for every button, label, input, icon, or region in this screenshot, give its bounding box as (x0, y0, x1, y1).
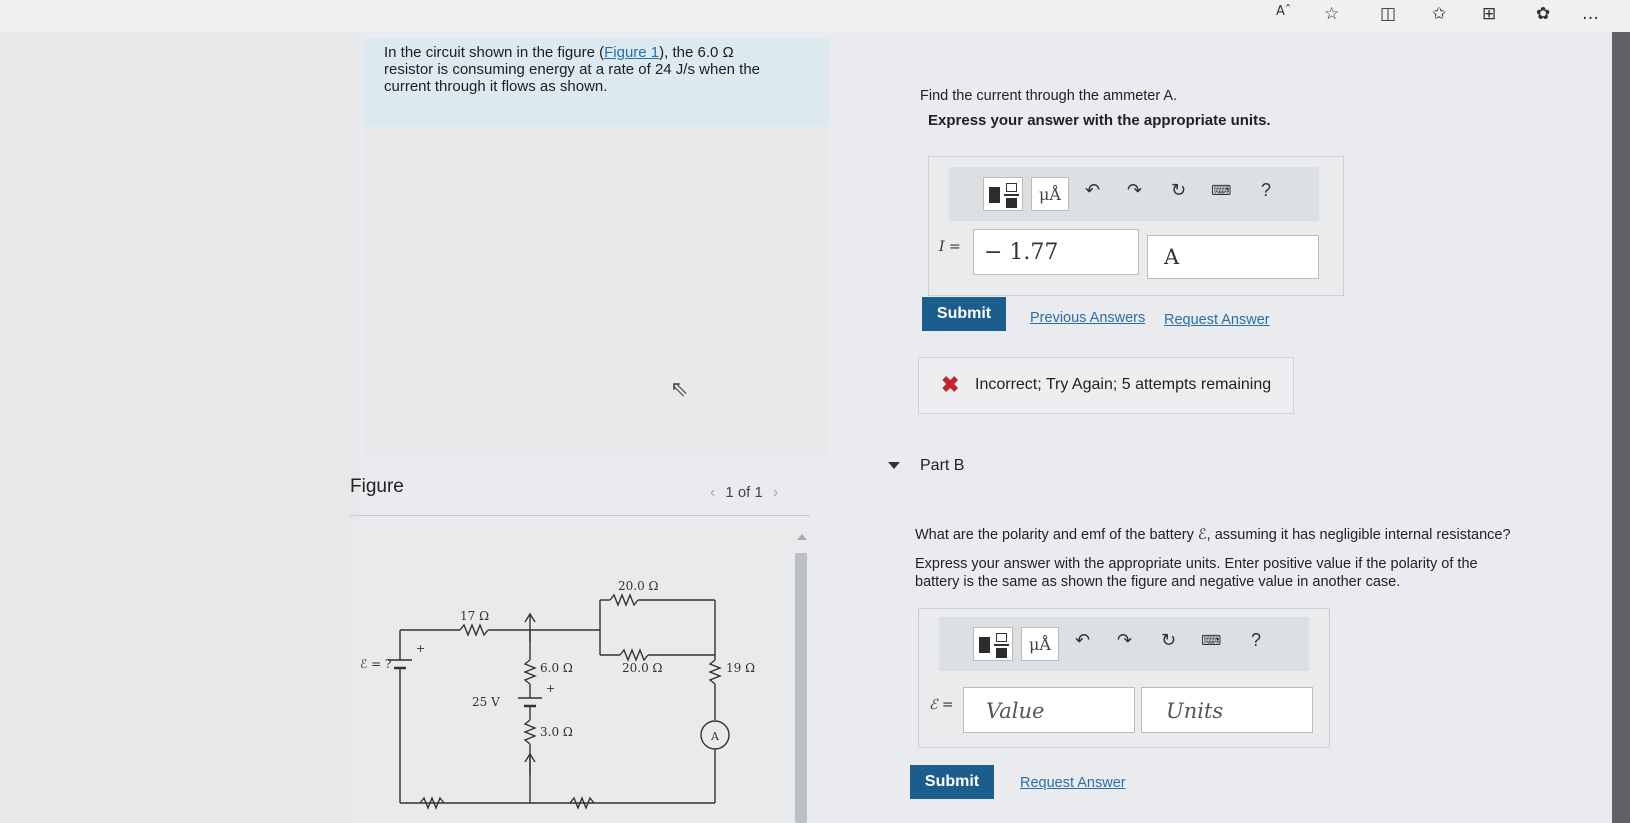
partA-units-field[interactable]: A (1147, 235, 1319, 279)
partB-value-field[interactable]: Value (963, 687, 1135, 733)
figure-scroll-up-icon[interactable] (797, 534, 807, 540)
partA-units: A (1164, 245, 1180, 269)
partA-value: − 1.77 (984, 240, 1059, 265)
partA-submit-button[interactable]: Submit (922, 297, 1006, 331)
label-20-top: 20.0 Ω (618, 579, 659, 593)
figure-title: Figure (350, 476, 404, 497)
units-button[interactable]: μÅ (1031, 177, 1069, 211)
partA-question: Find the current through the ammeter A. (920, 88, 1178, 104)
read-aloud-icon[interactable]: Aˆ (1276, 4, 1291, 19)
feedback-text: Incorrect; Try Again; 5 attempts remaini… (975, 376, 1272, 393)
figure-prev-icon[interactable]: ‹ (710, 484, 715, 501)
redo-icon[interactable]: ↷ (1127, 180, 1142, 201)
template-fraction-icon[interactable] (983, 177, 1023, 211)
partA-value-field[interactable]: − 1.77 (973, 229, 1139, 275)
problem-body-area (364, 126, 829, 456)
partB-submit-button[interactable]: Submit (910, 765, 994, 799)
figure-pager: ‹ 1 of 1 › (700, 484, 788, 502)
resistor-6-ohm (523, 659, 537, 685)
label-plus-25v: + (546, 682, 555, 695)
partB-var-label: ℰ = (929, 697, 954, 713)
partB-keyboard-icon[interactable]: ⌨ (1201, 633, 1221, 649)
resistor-3-ohm (523, 719, 537, 745)
partB-reset-icon[interactable]: ↻ (1161, 630, 1176, 651)
partB-template-fraction-icon[interactable] (973, 627, 1013, 661)
page-right-edge (1612, 32, 1630, 823)
partB-instruction-2: battery is the same as shown the figure … (915, 574, 1401, 590)
partA-request-answer-link[interactable]: Request Answer (1164, 312, 1270, 328)
browser-toolbar: Aˆ ☆ ◫ ✩ ⊞ ✿ … (0, 0, 1630, 32)
partA-equation-toolbar: μÅ ↶ ↷ ↻ ⌨ ? (949, 167, 1319, 221)
label-3: 3.0 Ω (540, 725, 573, 739)
label-6: 6.0 Ω (540, 661, 573, 675)
favorite-star-icon[interactable]: ☆ (1324, 4, 1339, 24)
problem-line1-post: ), the 6.0 Ω (659, 44, 734, 61)
partA-var-label: I = (939, 239, 961, 255)
left-margin (0, 32, 360, 823)
partB-question: What are the polarity and emf of the bat… (915, 527, 1511, 543)
partB-units-button[interactable]: μÅ (1021, 627, 1059, 661)
problem-line3: current through it flows as shown. (384, 78, 608, 95)
favorites-list-icon[interactable]: ✩ (1432, 4, 1446, 24)
label-20-mid: 20.0 Ω (622, 661, 663, 675)
figure-link[interactable]: Figure 1 (604, 44, 659, 61)
problem-line1-pre: In the circuit shown in the figure ( (384, 44, 605, 61)
partB-help-icon[interactable]: ? (1251, 630, 1261, 651)
keyboard-icon[interactable]: ⌨ (1211, 183, 1231, 199)
page: Aˆ ☆ ◫ ✩ ⊞ ✿ … In the circuit shown in t… (0, 0, 1630, 823)
partB-value-placeholder: Value (986, 699, 1045, 723)
resistor-17-ohm (459, 623, 489, 637)
collections-icon[interactable]: ⊞ (1482, 4, 1496, 24)
figure-divider (350, 515, 810, 516)
partA-instruction: Express your answer with the appropriate… (928, 112, 1271, 129)
label-25v: 25 V (472, 695, 500, 709)
partB-instruction-1: Express your answer with the appropriate… (915, 556, 1478, 572)
feedback-box: ✖ Incorrect; Try Again; 5 attempts remai… (918, 357, 1294, 414)
error-x-icon: ✖ (941, 372, 960, 397)
undo-icon[interactable]: ↶ (1085, 180, 1100, 201)
label-emf: ℰ = ? (360, 657, 391, 671)
mouse-cursor-icon: ⇖ (670, 376, 689, 401)
partB-request-answer-link[interactable]: Request Answer (1020, 775, 1126, 791)
reset-icon[interactable]: ↻ (1171, 180, 1186, 201)
problem-statement: In the circuit shown in the figure (Figu… (364, 38, 829, 126)
figure-next-icon[interactable]: › (773, 484, 778, 501)
label-plus-emf: + (416, 642, 425, 655)
resistor-19-ohm (708, 659, 722, 685)
partB-collapse-icon[interactable] (888, 462, 900, 469)
resistor-20-mid (619, 648, 649, 662)
problem-line2: resistor is consuming energy at a rate o… (384, 61, 761, 78)
partB-label[interactable]: Part B (920, 457, 964, 475)
partB-units-placeholder: Units (1166, 699, 1224, 723)
label-ammeter: A (710, 730, 720, 743)
split-screen-icon[interactable]: ◫ (1380, 4, 1396, 24)
label-19: 19 Ω (726, 661, 755, 675)
previous-answers-link[interactable]: Previous Answers (1030, 310, 1145, 326)
circuit-diagram: 20.0 Ω 17 Ω ℰ = ? + 6.0 Ω 20.0 Ω 19 Ω 25… (360, 579, 755, 810)
figure-scrollbar[interactable] (795, 553, 807, 823)
figure-pager-label: 1 of 1 (725, 484, 763, 501)
partB-units-field[interactable]: Units (1141, 687, 1313, 733)
partA-answer-panel: μÅ ↶ ↷ ↻ ⌨ ? I = − 1.77 A (928, 156, 1344, 296)
partB-redo-icon[interactable]: ↷ (1117, 630, 1132, 651)
help-icon[interactable]: ? (1261, 180, 1271, 201)
partB-undo-icon[interactable]: ↶ (1075, 630, 1090, 651)
extensions-icon[interactable]: ✿ (1536, 4, 1550, 24)
partB-answer-panel: μÅ ↶ ↷ ↻ ⌨ ? ℰ = Value Units (918, 608, 1330, 748)
partB-equation-toolbar: μÅ ↶ ↷ ↻ ⌨ ? (939, 617, 1309, 671)
more-menu-icon[interactable]: … (1582, 4, 1599, 24)
label-17: 17 Ω (460, 609, 489, 623)
resistor-20-top (609, 593, 639, 607)
